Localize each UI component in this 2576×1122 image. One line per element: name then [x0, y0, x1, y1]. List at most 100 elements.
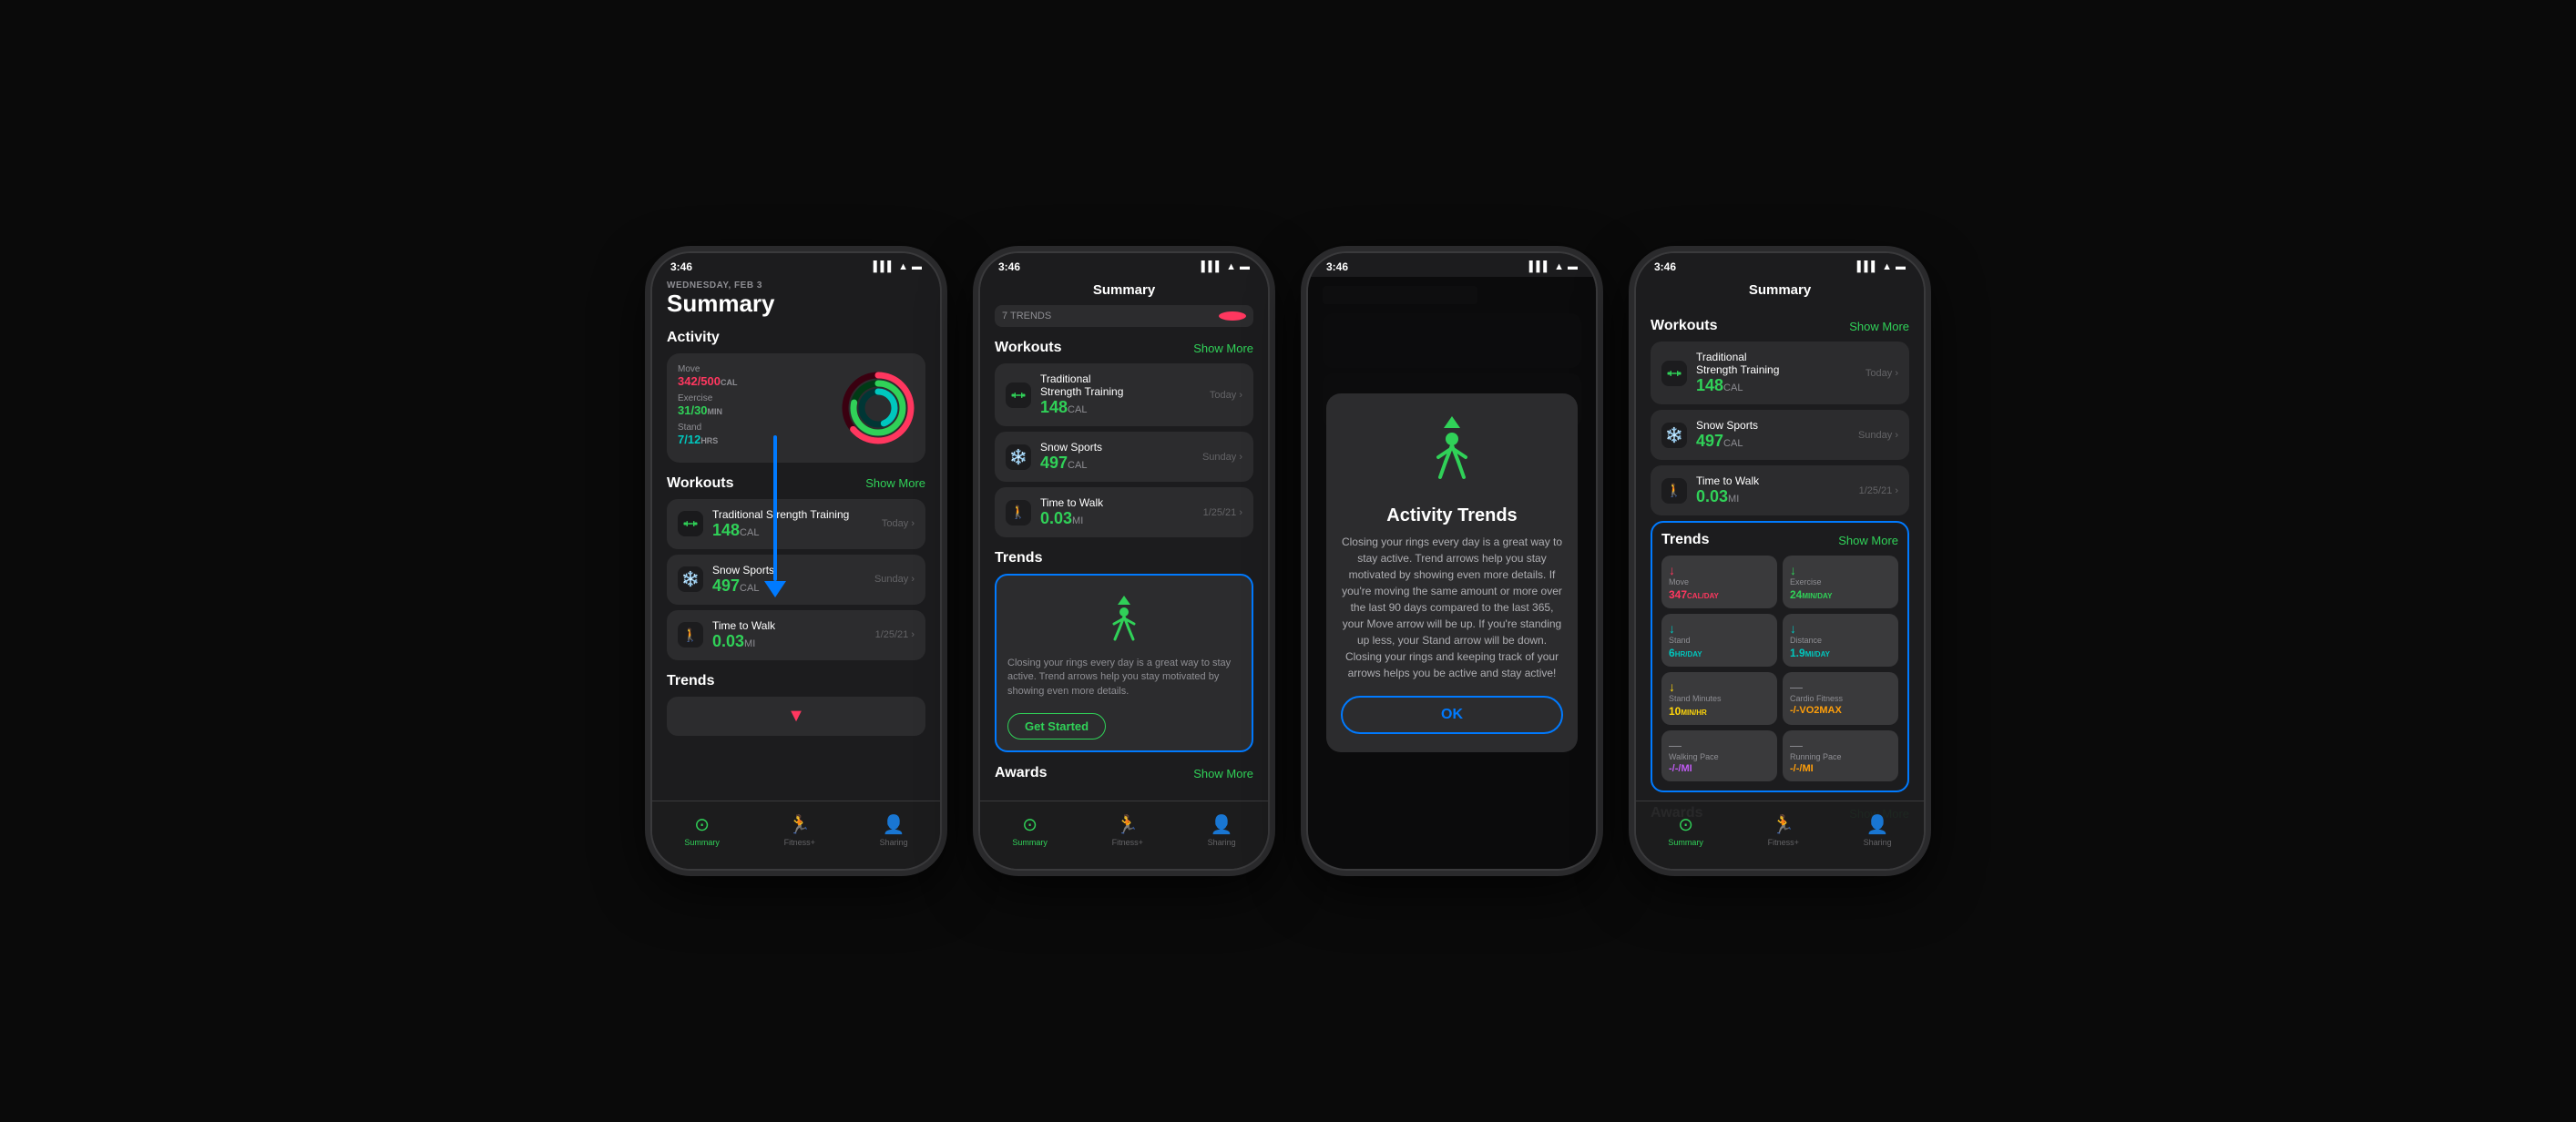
phone-1: 3:46 ▌▌▌ ▲ ▬ WEDNESDAY, FEB 3 Summary Ac… — [650, 251, 942, 871]
workout-date-strength: Today › — [882, 518, 915, 529]
workout-info-walk: Time to Walk 0.03MI — [712, 619, 866, 651]
awards-title-2: Awards — [995, 765, 1048, 781]
trends-box-4: Trends Show More ↓ Move 347CAL/DAY ↓ Exe… — [1651, 521, 1909, 792]
modal-overlay: Activity Trends Closing your rings every… — [1308, 277, 1596, 869]
workouts-section-header-2: Workouts Show More — [995, 340, 1253, 356]
nav-sharing-1[interactable]: 👤 Sharing — [880, 813, 908, 847]
status-time-2: 3:46 — [998, 260, 1020, 273]
trend-move[interactable]: ↓ Move 347CAL/DAY — [1661, 556, 1777, 608]
exercise-arrow: ↓ — [1790, 563, 1891, 577]
nav-fitness-2[interactable]: 🏃 Fitness+ — [1112, 813, 1143, 847]
trend-walk-pace[interactable]: — Walking Pace -/-/MI — [1661, 730, 1777, 781]
wifi-icon-4: ▲ — [1882, 261, 1892, 272]
page-title: Summary — [667, 291, 925, 317]
signal-icon-4: ▌▌▌ — [1857, 261, 1878, 272]
status-time-3: 3:46 — [1326, 260, 1348, 273]
trends-section-header-4: Trends Show More — [1661, 532, 1898, 548]
status-icons: ▌▌▌ ▲ ▬ — [874, 261, 922, 272]
trends-title-4: Trends — [1661, 532, 1709, 548]
workout-item-walk-4[interactable]: 🚶 Time to Walk 0.03MI 1/25/21 › — [1651, 465, 1909, 515]
exercise-trend-label: Exercise — [1790, 577, 1891, 586]
move-arrow: ↓ — [1669, 563, 1770, 577]
walk-icon-4: 🚶 — [1661, 478, 1687, 504]
strength-icon — [678, 511, 703, 536]
workout-name-snow-2: Snow Sports — [1040, 441, 1193, 454]
summary-label-4: Summary — [1668, 838, 1703, 847]
fitness-label-2: Fitness+ — [1112, 838, 1143, 847]
stand-min-trend-value: 10MIN/HR — [1669, 705, 1770, 718]
trends-show-more-4[interactable]: Show More — [1838, 534, 1898, 547]
workout-info-walk-4: Time to Walk 0.03MI — [1696, 474, 1850, 506]
workouts-show-more-2[interactable]: Show More — [1193, 342, 1253, 355]
nav-sharing-4[interactable]: 👤 Sharing — [1864, 813, 1892, 847]
stand-trend-value: 6HR/DAY — [1669, 647, 1770, 659]
workout-info-strength: Traditional Strength Training 148CAL — [712, 508, 873, 540]
awards-show-more-2[interactable]: Show More — [1193, 767, 1253, 780]
nav-summary-1[interactable]: ⊙ Summary — [684, 813, 720, 847]
status-bar-3: 3:46 ▌▌▌ ▲ ▬ — [1308, 253, 1596, 277]
fitness-icon-4: 🏃 — [1772, 813, 1794, 836]
nav-summary-4[interactable]: ⊙ Summary — [1668, 813, 1703, 847]
stand-min-trend-label: Stand Minutes — [1669, 694, 1770, 703]
phone2-content: 7 TRENDS Workouts Show More — [980, 305, 1268, 869]
trend-run-pace[interactable]: — Running Pace -/-/MI — [1783, 730, 1898, 781]
activity-card[interactable]: Move 342/500CAL Exercise 31/30MIN Stand … — [667, 353, 925, 463]
workout-item-strength-2[interactable]: TraditionalStrength Training 148CAL Toda… — [995, 363, 1253, 426]
workout-date-snow-2: Sunday › — [1202, 452, 1242, 463]
run-pace-arrow: — — [1790, 738, 1891, 752]
get-started-button[interactable]: Get Started — [1007, 713, 1106, 740]
workout-info-strength-4: TraditionalStrength Training 148CAL — [1696, 351, 1856, 395]
workout-item-snow-2[interactable]: ❄️ Snow Sports 497CAL Sunday › — [995, 432, 1253, 482]
trends-grid: ↓ Move 347CAL/DAY ↓ Exercise 24MIN/DAY ↓… — [1661, 556, 1898, 781]
walk-figure-container — [1007, 586, 1241, 657]
workouts-show-more[interactable]: Show More — [865, 476, 925, 490]
run-pace-trend-label: Running Pace — [1790, 752, 1891, 761]
wifi-icon-3: ▲ — [1554, 261, 1564, 272]
workout-item-snow-4[interactable]: ❄️ Snow Sports 497CAL Sunday › — [1651, 410, 1909, 460]
workout-date-strength-2: Today › — [1210, 390, 1242, 401]
trend-stand[interactable]: ↓ Stand 6HR/DAY — [1661, 614, 1777, 667]
move-trend-label: Move — [1669, 577, 1770, 586]
trend-stand-minutes[interactable]: ↓ Stand Minutes 10MIN/HR — [1661, 672, 1777, 725]
sharing-label-4: Sharing — [1864, 838, 1892, 847]
workouts-section-header: Workouts Show More — [667, 475, 925, 492]
modal-figure — [1341, 412, 1563, 498]
workout-item-snow[interactable]: ❄️ Snow Sports 497CAL Sunday › — [667, 555, 925, 605]
cardio-trend-label: Cardio Fitness — [1790, 694, 1891, 703]
nav-fitness-1[interactable]: 🏃 Fitness+ — [784, 813, 815, 847]
trend-distance[interactable]: ↓ Distance 1.9MI/DAY — [1783, 614, 1898, 667]
exercise-label: Exercise — [678, 393, 831, 403]
move-value: 342/500CAL — [678, 374, 831, 388]
summary-icon-4: ⊙ — [1678, 813, 1693, 836]
move-label: Move — [678, 364, 831, 374]
workout-name-walk: Time to Walk — [712, 619, 866, 632]
sharing-icon-2: 👤 — [1211, 813, 1233, 836]
status-icons-3: ▌▌▌ ▲ ▬ — [1529, 261, 1578, 272]
workout-info-snow-4: Snow Sports 497CAL — [1696, 419, 1849, 451]
workouts-show-more-4[interactable]: Show More — [1849, 320, 1909, 333]
workout-item-walk[interactable]: 🚶 Time to Walk 0.03MI 1/25/21 › — [667, 610, 925, 660]
workout-item-strength-4[interactable]: TraditionalStrength Training 148CAL Toda… — [1651, 342, 1909, 404]
battery-icon-4: ▬ — [1896, 261, 1906, 272]
workout-item-walk-2[interactable]: 🚶 Time to Walk 0.03MI 1/25/21 › — [995, 487, 1253, 537]
trend-exercise[interactable]: ↓ Exercise 24MIN/DAY — [1783, 556, 1898, 608]
nav-summary-2[interactable]: ⊙ Summary — [1012, 813, 1048, 847]
workout-name-walk-2: Time to Walk — [1040, 496, 1194, 509]
sharing-icon-4: 👤 — [1866, 813, 1889, 836]
modal-ok-button[interactable]: OK — [1341, 696, 1563, 734]
awards-section-header-2: Awards Show More — [995, 765, 1253, 781]
workout-item-strength[interactable]: Traditional Strength Training 148CAL Tod… — [667, 499, 925, 549]
workout-name-strength: Traditional Strength Training — [712, 508, 873, 521]
battery-icon-3: ▬ — [1568, 261, 1578, 272]
stand-trend-label: Stand — [1669, 636, 1770, 645]
sharing-icon: 👤 — [883, 813, 905, 836]
nav-fitness-4[interactable]: 🏃 Fitness+ — [1768, 813, 1799, 847]
workout-name-walk-4: Time to Walk — [1696, 474, 1850, 487]
nav-sharing-2[interactable]: 👤 Sharing — [1208, 813, 1236, 847]
trend-cardio[interactable]: — Cardio Fitness -/-VO2MAX — [1783, 672, 1898, 725]
workout-date-walk: 1/25/21 › — [875, 629, 915, 640]
workout-name-strength-4: TraditionalStrength Training — [1696, 351, 1856, 376]
workout-date-strength-4: Today › — [1866, 368, 1898, 379]
date-header: WEDNESDAY, FEB 3 Summary — [667, 280, 925, 317]
trends-title-2: Trends — [995, 550, 1042, 566]
